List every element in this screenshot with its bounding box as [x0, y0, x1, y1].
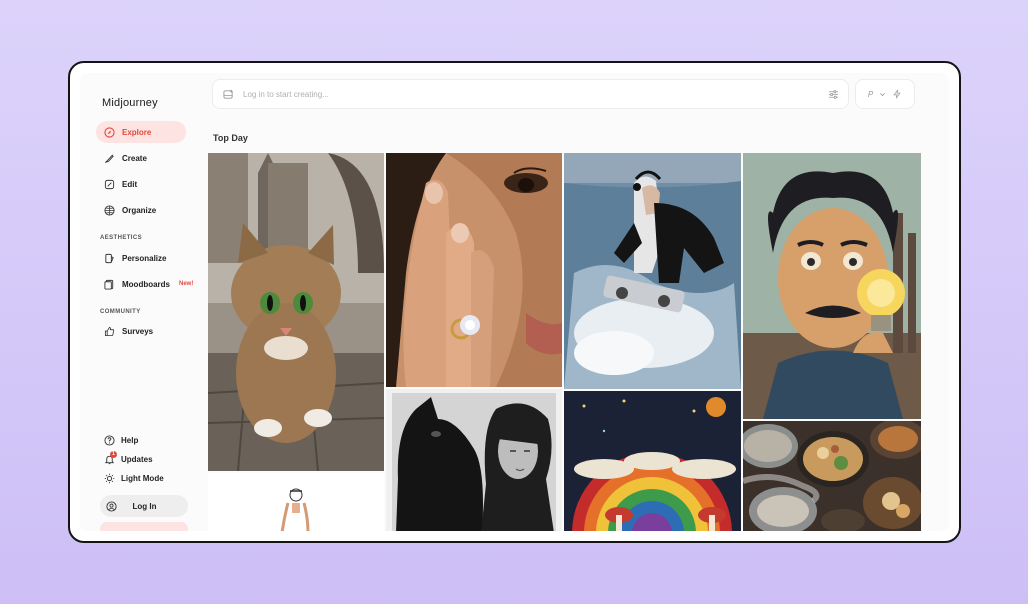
lightning-icon[interactable]	[892, 89, 902, 99]
updates-count-badge: 1	[110, 451, 117, 458]
app-surface: Midjourney Explore Create Edit Organize …	[80, 73, 949, 531]
light-mode-label: Light Mode	[121, 474, 164, 483]
light-mode-toggle[interactable]: Light Mode	[104, 473, 164, 484]
brush-icon	[105, 154, 114, 163]
section-label-aesthetics: AESTHETICS	[100, 235, 143, 241]
sidebar-item-label: Surveys	[122, 326, 154, 336]
help-label: Help	[121, 436, 139, 445]
gallery-item-food[interactable]	[743, 421, 921, 531]
help-icon	[104, 435, 115, 446]
bell-wrapper: 1	[104, 451, 117, 465]
sidebar-item-label: Moodboards	[122, 279, 170, 289]
woman-dog-image	[386, 389, 562, 531]
prompt-bar[interactable]	[212, 79, 849, 109]
sun-icon	[104, 473, 115, 484]
sidebar-item-edit[interactable]: Edit	[96, 173, 186, 195]
new-badge: New!	[179, 281, 194, 287]
sidebar: Midjourney Explore Create Edit Organize …	[80, 73, 202, 531]
sidebar-item-label: Organize	[122, 205, 157, 215]
gallery-item-rainbow[interactable]	[564, 391, 741, 531]
rainbow-image	[564, 391, 741, 531]
chevron-down-icon[interactable]	[879, 91, 886, 98]
login-button[interactable]: Log In	[100, 495, 188, 517]
dj-image	[564, 153, 741, 389]
profile-initial[interactable]: P	[868, 90, 873, 99]
app-window: Midjourney Explore Create Edit Organize …	[68, 61, 961, 543]
settings-sliders-icon[interactable]	[826, 87, 840, 101]
sidebar-item-label: Personalize	[122, 253, 167, 263]
food-image	[743, 421, 921, 531]
grid-icon	[104, 204, 115, 216]
inventor-image	[743, 153, 921, 419]
sidebar-item-create[interactable]: Create	[96, 147, 186, 169]
sidebar-item-label: Explore	[122, 127, 152, 137]
sketch-image	[208, 473, 384, 531]
gallery-item-sketch[interactable]	[208, 473, 384, 531]
image-gallery	[208, 153, 921, 531]
user-icon	[106, 500, 117, 512]
kitten-image	[208, 153, 384, 471]
updates-label: Updates	[121, 455, 153, 464]
gallery-item-dog[interactable]	[386, 389, 562, 531]
compass-icon	[104, 126, 115, 138]
gallery-item-dj[interactable]	[564, 153, 741, 389]
edit-icon	[104, 179, 115, 189]
login-label: Log In	[132, 501, 157, 511]
sidebar-item-label: Create	[122, 153, 147, 163]
sidebar-item-explore[interactable]: Explore	[96, 121, 186, 143]
app-logo[interactable]: Midjourney	[102, 97, 158, 109]
ring-portrait-image	[386, 153, 562, 387]
sidebar-item-moodboards[interactable]: Moodboards New!	[96, 273, 193, 295]
updates-link[interactable]: 1 Updates	[104, 451, 153, 465]
palette-icon	[105, 253, 114, 263]
gallery-item-kitten[interactable]	[208, 153, 384, 471]
sidebar-item-label: Edit	[122, 179, 138, 189]
sidebar-item-personalize[interactable]: Personalize	[96, 247, 186, 269]
image-upload-icon[interactable]	[221, 87, 235, 101]
thumbs-up-icon	[104, 326, 115, 336]
signup-button[interactable]	[100, 522, 188, 531]
moodboard-icon	[104, 279, 114, 290]
help-link[interactable]: Help	[104, 435, 138, 446]
sidebar-item-organize[interactable]: Organize	[96, 199, 186, 221]
section-title: Top Day	[213, 133, 248, 143]
gallery-item-lightbulb[interactable]	[743, 153, 921, 419]
section-label-community: COMMUNITY	[100, 309, 141, 315]
prompt-input[interactable]	[243, 89, 826, 99]
gallery-item-ring[interactable]	[386, 153, 562, 387]
mode-controls: P	[855, 79, 915, 109]
sidebar-item-surveys[interactable]: Surveys	[96, 320, 186, 342]
